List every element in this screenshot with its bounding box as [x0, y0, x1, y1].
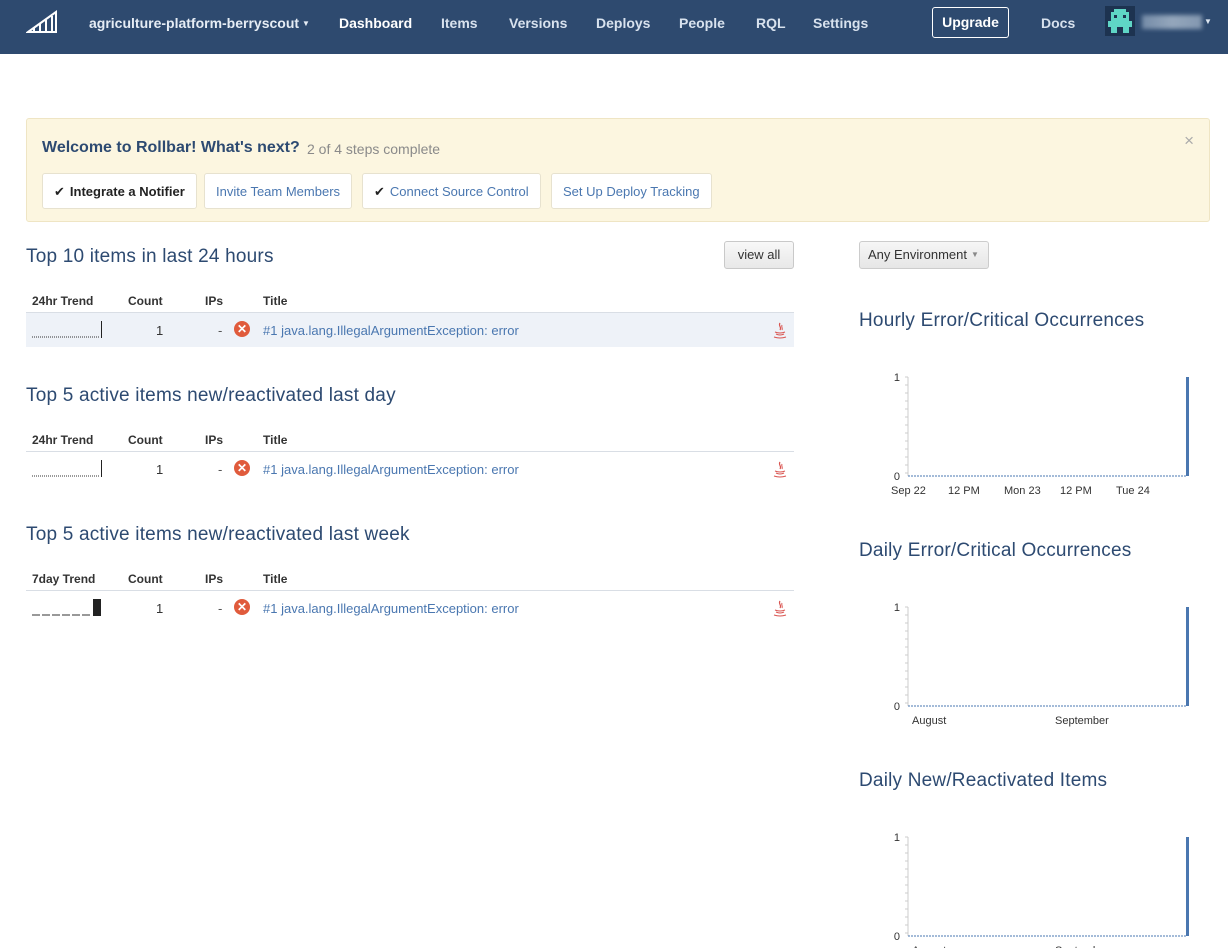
section-title-top10: Top 10 items in last 24 hours	[26, 246, 274, 267]
step-label: Connect Source Control	[389, 184, 529, 199]
chart-title-daily: Daily Error/Critical Occurrences	[859, 540, 1132, 561]
avatar[interactable]	[1105, 6, 1135, 36]
project-name: agriculture-platform-berryscout	[89, 15, 300, 31]
table-row[interactable]: 1 - ✕ #1 java.lang.IllegalArgumentExcept…	[26, 591, 794, 625]
welcome-progress: 2 of 4 steps complete	[307, 141, 441, 157]
table-row[interactable]: 1 - ✕ #1 java.lang.IllegalArgumentExcept…	[26, 452, 794, 486]
username-blurred[interactable]	[1142, 15, 1202, 29]
col-count: Count	[128, 294, 163, 308]
step-deploy-tracking[interactable]: Set Up Deploy Tracking	[551, 173, 712, 209]
nav-settings[interactable]: Settings	[813, 15, 868, 31]
upgrade-button[interactable]: Upgrade	[932, 7, 1009, 38]
table-header: 7day Trend Count IPs Title	[26, 570, 794, 591]
col-ips: IPs	[205, 572, 224, 586]
step-invite-team[interactable]: Invite Team Members	[204, 173, 353, 209]
sparkline	[32, 460, 102, 477]
java-icon	[773, 600, 787, 617]
col-title: Title	[263, 433, 288, 447]
step-label: Set Up Deploy Tracking	[563, 184, 700, 199]
environment-dropdown[interactable]: Any Environment ▼	[859, 241, 989, 269]
environment-label: Any Environment	[868, 247, 967, 262]
row-count: 1	[156, 323, 164, 338]
nav-versions[interactable]: Versions	[509, 15, 567, 31]
nav-items[interactable]: Items	[441, 15, 478, 31]
chevron-down-icon: ▼	[302, 19, 310, 28]
y-tick-label: 0	[894, 931, 900, 943]
y-tick-label: 0	[894, 701, 900, 713]
col-title: Title	[263, 572, 288, 586]
view-all-button[interactable]: view all	[724, 241, 794, 269]
chevron-down-icon[interactable]: ▼	[1204, 17, 1212, 26]
x-tick-label: August	[912, 715, 946, 727]
welcome-banner: Welcome to Rollbar! What's next? 2 of 4 …	[26, 118, 1210, 222]
col-count: Count	[128, 572, 163, 586]
section-title-last-week: Top 5 active items new/reactivated last …	[26, 524, 410, 545]
project-selector[interactable]: agriculture-platform-berryscout ▼	[89, 15, 310, 31]
table-header: 24hr Trend Count IPs Title	[26, 431, 794, 452]
sparkline	[32, 321, 102, 338]
x-tick-label: Mon 23	[1004, 485, 1041, 497]
bar	[1186, 837, 1189, 936]
section-title-last-day: Top 5 active items new/reactivated last …	[26, 385, 396, 406]
nav-rql[interactable]: RQL	[756, 15, 786, 31]
chart-title-new-items: Daily New/Reactivated Items	[859, 770, 1108, 791]
row-title-link[interactable]: #1 java.lang.IllegalArgumentException: e…	[263, 462, 519, 477]
col-trend: 24hr Trend	[32, 433, 94, 447]
chart-title-hourly: Hourly Error/Critical Occurrences	[859, 310, 1145, 331]
y-tick-label: 0	[894, 471, 900, 483]
table-row[interactable]: 1 - ✕ #1 java.lang.IllegalArgumentExcept…	[26, 313, 794, 347]
row-ips: -	[218, 601, 223, 616]
bar	[1186, 377, 1189, 476]
nav-dashboard[interactable]: Dashboard	[339, 15, 412, 31]
x-tick-label: September	[1055, 715, 1109, 727]
col-title: Title	[263, 294, 288, 308]
new-items-chart: 10AugustSeptember	[894, 832, 1189, 948]
check-icon: ✔	[374, 184, 385, 199]
check-icon: ✔	[54, 184, 65, 199]
row-title-link[interactable]: #1 java.lang.IllegalArgumentException: e…	[263, 601, 519, 616]
hourly-chart: 1 0 Sep 22 12 PM Mon 23 12 PM Tue 24	[891, 372, 1189, 497]
row-title-link[interactable]: #1 java.lang.IllegalArgumentException: e…	[263, 323, 519, 338]
col-trend: 24hr Trend	[32, 294, 94, 308]
x-tick-label: 12 PM	[1060, 485, 1092, 497]
row-count: 1	[156, 601, 164, 616]
row-ips: -	[218, 462, 223, 477]
y-tick-label: 1	[894, 372, 900, 384]
nav-deploys[interactable]: Deploys	[596, 15, 650, 31]
close-icon[interactable]: ×	[1184, 131, 1194, 151]
row-ips: -	[218, 323, 223, 338]
col-count: Count	[128, 433, 163, 447]
rollbar-logo-icon[interactable]	[26, 10, 58, 34]
daily-chart: 1 0 August September	[894, 602, 1189, 727]
nav-people[interactable]: People	[679, 15, 725, 31]
step-label: Integrate a Notifier	[69, 184, 185, 199]
error-icon: ✕	[234, 599, 250, 615]
y-tick-label: 1	[894, 832, 900, 844]
row-count: 1	[156, 462, 164, 477]
java-icon	[773, 461, 787, 478]
welcome-title: Welcome to Rollbar! What's next?	[42, 139, 300, 156]
x-tick-label: Sep 22	[891, 485, 926, 497]
x-tick-label: Tue 24	[1116, 485, 1150, 497]
col-ips: IPs	[205, 433, 224, 447]
col-ips: IPs	[205, 294, 224, 308]
java-icon	[773, 322, 787, 339]
bar	[1186, 607, 1189, 706]
chevron-down-icon: ▼	[971, 250, 979, 259]
table-header: 24hr Trend Count IPs Title	[26, 292, 794, 313]
sparkline	[32, 599, 101, 616]
nav-docs[interactable]: Docs	[1041, 15, 1075, 31]
col-trend: 7day Trend	[32, 572, 96, 586]
step-connect-source-control[interactable]: ✔ Connect Source Control	[362, 173, 541, 209]
x-tick-label: 12 PM	[948, 485, 980, 497]
y-tick-label: 1	[894, 602, 900, 614]
step-integrate-notifier[interactable]: ✔ Integrate a Notifier	[42, 173, 197, 209]
error-icon: ✕	[234, 460, 250, 476]
step-label: Invite Team Members	[216, 184, 341, 199]
error-icon: ✕	[234, 321, 250, 337]
top-navbar: agriculture-platform-berryscout ▼ Dashboa…	[0, 0, 1228, 54]
